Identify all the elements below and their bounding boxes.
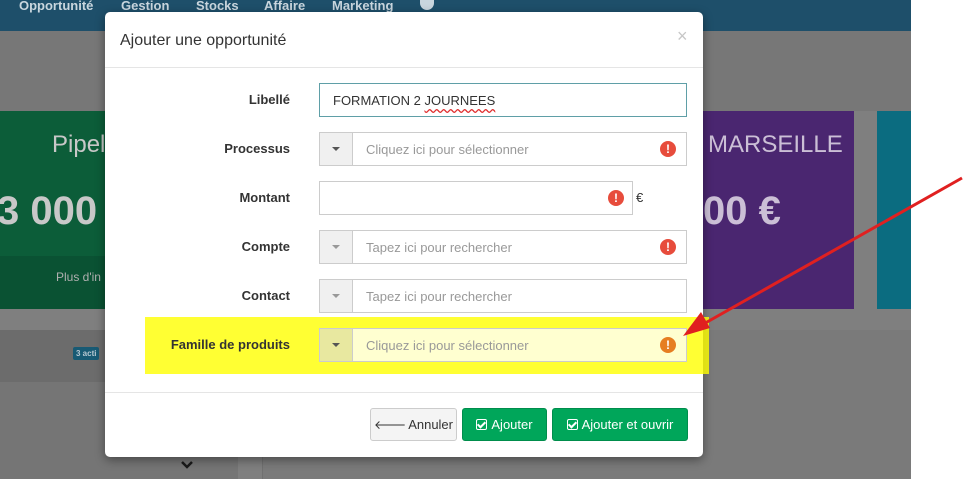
famille-label: Famille de produits [170, 337, 290, 352]
tile-amount: 3 000 [0, 189, 98, 233]
caret-down-icon [332, 147, 340, 151]
processus-row: Processus Cliquez ici pour sélectionner … [105, 132, 703, 166]
tile-footer[interactable]: Plus d'in [0, 256, 105, 309]
compte-row: Compte Tapez ici pour rechercher ! [105, 230, 703, 264]
famille-dropdown-toggle[interactable] [320, 329, 353, 361]
tile-title: Pipel [52, 131, 106, 158]
marseille-tile: MARSEILLE 00 € [703, 111, 854, 309]
pipeline-tile: Pipel 3 000 Plus d'in [0, 111, 105, 309]
tile-more-link[interactable]: Plus d'in [56, 270, 101, 284]
check-square-icon [476, 419, 488, 430]
contact-placeholder: Tapez ici pour rechercher [366, 289, 512, 304]
montant-row: Montant ! € [105, 181, 703, 215]
famille-select[interactable]: Cliquez ici pour sélectionner ! [319, 328, 687, 362]
add-and-open-button[interactable]: Ajouter et ouvrir [552, 408, 688, 441]
contact-label: Contact [241, 288, 290, 303]
processus-dropdown-toggle[interactable] [320, 133, 353, 165]
libelle-input[interactable]: FORMATION 2 JOURNEES [319, 83, 687, 117]
libelle-label: Libellé [248, 92, 290, 107]
warning-icon: ! [660, 141, 676, 157]
check-square-icon [566, 419, 578, 430]
libelle-value-prefix: FORMATION 2 [333, 93, 425, 108]
palette-icon[interactable] [420, 0, 434, 10]
chevron-down-icon[interactable] [180, 460, 194, 470]
spellcheck-word: JOURNEES [424, 93, 496, 108]
tile-amount: 00 € [703, 189, 781, 233]
currency-unit: € [636, 190, 644, 205]
caret-down-icon [332, 343, 340, 347]
contact-row: Contact Tapez ici pour rechercher [105, 279, 703, 313]
tile-title: MARSEILLE [708, 131, 843, 158]
caret-down-icon [332, 294, 340, 298]
warning-icon: ! [608, 190, 624, 206]
actions-count-badge: 3 acti [73, 347, 100, 360]
modal-footer-divider [105, 392, 703, 393]
processus-label: Processus [224, 141, 290, 156]
modal-header-divider [105, 67, 703, 68]
close-icon[interactable]: × [677, 26, 688, 47]
compte-dropdown-toggle[interactable] [320, 231, 353, 263]
contact-search[interactable]: Tapez ici pour rechercher [319, 279, 687, 313]
famille-placeholder: Cliquez ici pour sélectionner [366, 338, 529, 353]
add-and-open-button-label: Ajouter et ouvrir [581, 417, 674, 432]
contact-dropdown-toggle[interactable] [320, 280, 353, 312]
montant-label: Montant [239, 190, 290, 205]
modal-title: Ajouter une opportunité [120, 32, 287, 49]
cancel-button-label: Annuler [408, 417, 453, 432]
arrow-left-icon: 🡐 [374, 418, 407, 432]
cyan-tile [877, 111, 911, 309]
warning-icon: ! [660, 239, 676, 255]
add-button-label: Ajouter [491, 417, 533, 432]
libelle-row: Libellé FORMATION 2 JOURNEES [105, 83, 703, 117]
nav-item-opportunite[interactable]: Opportunité [19, 0, 93, 13]
processus-select[interactable]: Cliquez ici pour sélectionner ! [319, 132, 687, 166]
compte-placeholder: Tapez ici pour rechercher [366, 240, 512, 255]
compte-search[interactable]: Tapez ici pour rechercher ! [319, 230, 687, 264]
add-button[interactable]: Ajouter [462, 408, 547, 441]
compte-label: Compte [241, 239, 290, 254]
libelle-value: FORMATION 2 JOURNEES [333, 93, 495, 108]
montant-input[interactable]: ! [319, 181, 633, 215]
warning-icon: ! [660, 337, 676, 353]
cancel-button[interactable]: 🡐 Annuler [370, 408, 457, 441]
caret-down-icon [332, 245, 340, 249]
add-opportunity-modal: Ajouter une opportunité × Libellé FORMAT… [105, 12, 709, 457]
processus-placeholder: Cliquez ici pour sélectionner [366, 142, 529, 157]
famille-row: Famille de produits Cliquez ici pour sél… [105, 328, 703, 362]
